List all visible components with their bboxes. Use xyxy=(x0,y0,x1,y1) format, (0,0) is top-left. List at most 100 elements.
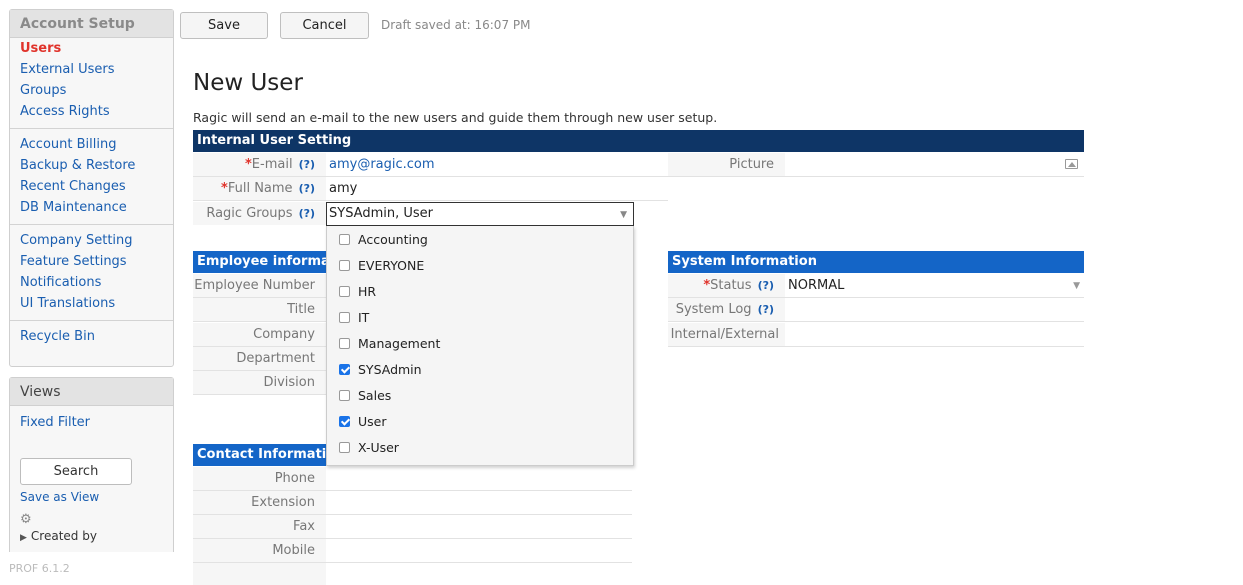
group-option-sales[interactable]: Sales xyxy=(339,386,391,406)
groups-row: Ragic Groups (?) xyxy=(193,202,326,226)
sidebar-item-recycle-bin[interactable]: Recycle Bin xyxy=(20,326,163,347)
checkbox-checked[interactable] xyxy=(339,416,350,427)
checkbox[interactable] xyxy=(339,390,350,401)
fax-label: Fax xyxy=(193,515,326,538)
checkbox-checked[interactable] xyxy=(339,364,350,375)
group-option-accounting[interactable]: Accounting xyxy=(339,230,428,250)
views-title: Views xyxy=(10,378,173,406)
version-text: PROF 6.1.2 xyxy=(9,562,70,575)
company-label: Company xyxy=(193,323,326,346)
groups-help-icon[interactable]: (?) xyxy=(299,207,315,220)
sidebar-item-external-users[interactable]: External Users xyxy=(20,59,163,80)
checkbox[interactable] xyxy=(339,234,350,245)
mobile-label: Mobile xyxy=(193,539,326,562)
system-log-row: System Log (?) xyxy=(668,298,1084,322)
triangle-right-icon: ▶ xyxy=(20,533,27,543)
image-icon[interactable] xyxy=(1065,159,1078,169)
sidebar-group-users: Users External Users Groups Access Right… xyxy=(10,38,173,122)
sidebar-item-notifications[interactable]: Notifications xyxy=(20,272,163,293)
created-by-label: Created by xyxy=(30,529,97,543)
checkbox[interactable] xyxy=(339,286,350,297)
department-label: Department xyxy=(193,347,326,370)
group-option-user[interactable]: User xyxy=(339,412,387,432)
status-help-icon[interactable]: (?) xyxy=(758,279,774,292)
search-button[interactable]: Search xyxy=(20,458,132,485)
chevron-down-icon: ▼ xyxy=(1073,281,1080,291)
intro-text: Ragic will send an e-mail to the new use… xyxy=(193,110,718,125)
views-panel: Views Fixed Filter Search Save as View ⚙… xyxy=(9,377,174,552)
email-label: *E-mail (?) xyxy=(193,153,326,176)
save-button[interactable]: Save xyxy=(180,12,268,39)
sidebar-group-settings: Company Setting Feature Settings Notific… xyxy=(10,224,173,314)
group-option-hr[interactable]: HR xyxy=(339,282,376,302)
sidebar-item-users[interactable]: Users xyxy=(20,38,163,59)
groups-label: Ragic Groups (?) xyxy=(193,202,326,225)
chevron-down-icon: ▼ xyxy=(620,210,627,220)
title-label: Title xyxy=(193,298,326,321)
fullname-value[interactable]: amy xyxy=(326,177,357,200)
sidebar-item-feature-settings[interactable]: Feature Settings xyxy=(20,251,163,272)
internal-external-label: Internal/External xyxy=(668,323,785,346)
phone-row: Phone xyxy=(193,467,632,491)
ragic-groups-value: SYSAdmin, User xyxy=(329,206,434,221)
checkbox[interactable] xyxy=(339,338,350,349)
group-option-x-user[interactable]: X-User xyxy=(339,438,399,458)
system-log-label: System Log (?) xyxy=(668,298,785,321)
sidebar-item-groups[interactable]: Groups xyxy=(20,80,163,101)
save-as-view-link[interactable]: Save as View xyxy=(20,490,163,504)
email-help-icon[interactable]: (?) xyxy=(299,158,315,171)
division-label: Division xyxy=(193,371,326,394)
draft-status: Draft saved at: 16:07 PM xyxy=(381,18,531,32)
sidebar-group-recycle: Recycle Bin xyxy=(10,320,173,347)
checkbox[interactable] xyxy=(339,442,350,453)
fullname-row: *Full Name (?) amy xyxy=(193,177,668,201)
extension-row: Extension xyxy=(193,491,632,515)
sidebar-item-account-billing[interactable]: Account Billing xyxy=(20,134,163,155)
cancel-button[interactable]: Cancel xyxy=(280,12,369,39)
mobile-row: Mobile xyxy=(193,539,632,563)
checkbox[interactable] xyxy=(339,260,350,271)
sidebar-item-recent-changes[interactable]: Recent Changes xyxy=(20,176,163,197)
system-info-header: System Information xyxy=(668,251,1084,273)
status-value: NORMAL xyxy=(788,278,845,293)
fullname-help-icon[interactable]: (?) xyxy=(299,182,315,195)
sidebar-item-db-maintenance[interactable]: DB Maintenance xyxy=(20,197,163,218)
status-select[interactable]: NORMAL ▼ xyxy=(785,274,1084,297)
account-setup-panel: Account Setup Users External Users Group… xyxy=(9,9,174,367)
email-row: *E-mail (?) amy@ragic.com xyxy=(193,153,668,177)
employee-number-label: Employee Number xyxy=(193,274,326,297)
sidebar-item-company-setting[interactable]: Company Setting xyxy=(20,230,163,251)
status-label: *Status (?) xyxy=(668,274,785,297)
group-option-everyone[interactable]: EVERYONE xyxy=(339,256,424,276)
group-option-sysadmin[interactable]: SYSAdmin xyxy=(339,360,422,380)
checkbox[interactable] xyxy=(339,312,350,323)
fax-row: Fax xyxy=(193,515,632,539)
picture-row: Picture xyxy=(668,153,1084,177)
picture-label: Picture xyxy=(668,153,785,176)
blank-row xyxy=(193,563,632,585)
internal-user-setting-header: Internal User Setting xyxy=(193,130,1084,152)
email-value[interactable]: amy@ragic.com xyxy=(326,153,435,176)
version-label: PROF 6.1.2 xyxy=(9,562,70,575)
group-option-management[interactable]: Management xyxy=(339,334,440,354)
sidebar-item-access-rights[interactable]: Access Rights xyxy=(20,101,163,122)
blank-label xyxy=(193,563,326,585)
status-row: *Status (?) NORMAL ▼ xyxy=(668,274,1084,298)
ragic-groups-select[interactable]: SYSAdmin, User ▼ xyxy=(326,202,634,226)
extension-label: Extension xyxy=(193,491,326,514)
sidebar-group-account: Account Billing Backup & Restore Recent … xyxy=(10,128,173,218)
created-by-filter[interactable]: ▶ Created by xyxy=(20,529,163,543)
gear-icon[interactable]: ⚙ xyxy=(20,512,163,527)
picture-field[interactable] xyxy=(785,153,1084,176)
sidebar-item-backup-restore[interactable]: Backup & Restore xyxy=(20,155,163,176)
fullname-label: *Full Name (?) xyxy=(193,177,326,200)
sidebar-item-ui-translations[interactable]: UI Translations xyxy=(20,293,163,314)
page-title: New User xyxy=(193,70,303,96)
ragic-groups-dropdown: Accounting EVERYONE HR IT Management SYS… xyxy=(326,226,634,466)
phone-label: Phone xyxy=(193,467,326,490)
account-setup-title: Account Setup xyxy=(10,10,173,38)
fixed-filter-link[interactable]: Fixed Filter xyxy=(20,412,163,433)
system-log-help-icon[interactable]: (?) xyxy=(758,303,774,316)
internal-external-row: Internal/External xyxy=(668,323,1084,347)
group-option-it[interactable]: IT xyxy=(339,308,369,328)
